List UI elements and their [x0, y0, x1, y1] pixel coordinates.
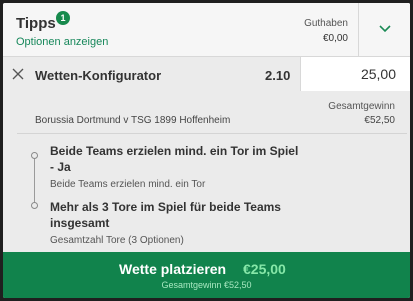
show-options-link[interactable]: Optionen anzeigen: [16, 36, 108, 48]
place-bet-label: Wette platzieren: [119, 261, 227, 277]
total-win-label: Gesamtgewinn: [328, 101, 395, 112]
selection-connector: [34, 155, 35, 207]
selection-subtitle: Gesamtzahl Tore (3 Optionen): [50, 235, 184, 246]
collapse-button[interactable]: [358, 3, 410, 56]
bet-configurator-row: Wetten-Konfigurator 2.10: [3, 57, 410, 91]
divider: [17, 133, 407, 134]
bet-count-badge: 1: [56, 11, 70, 25]
place-bet-total-win: Gesamtgewinn €52,50: [161, 280, 252, 290]
chevron-down-icon: [379, 25, 391, 33]
bet-slip-title: Tipps: [16, 15, 56, 32]
bet-title: Wetten-Konfigurator: [35, 68, 162, 83]
selection-dot: [31, 202, 38, 209]
selection-title: Beide Teams erzielen mind. ein Tor im Sp…: [50, 144, 299, 174]
selection-title: Mehr als 3 Tore im Spiel für beide Teams…: [50, 200, 281, 230]
total-win-value: €52,50: [364, 115, 395, 126]
selection-dot: [31, 152, 38, 159]
stake-input[interactable]: [300, 57, 410, 91]
match-name: Borussia Dortmund v TSG 1899 Hoffenheim: [35, 115, 231, 126]
balance-label: Guthaben: [304, 18, 348, 29]
place-bet-amount: €25,00: [243, 261, 286, 277]
bet-slip: Tipps 1 Optionen anzeigen Guthaben €0,00…: [3, 3, 410, 298]
selection-subtitle: Beide Teams erzielen mind. ein Tor: [50, 179, 206, 190]
bet-slip-header: Tipps 1 Optionen anzeigen Guthaben €0,00: [3, 3, 410, 57]
balance-value: €0,00: [322, 33, 348, 44]
close-icon[interactable]: [12, 68, 24, 80]
bet-odds: 2.10: [265, 68, 291, 83]
place-bet-button[interactable]: Wette platzieren €25,00 Gesamtgewinn €52…: [3, 252, 410, 298]
